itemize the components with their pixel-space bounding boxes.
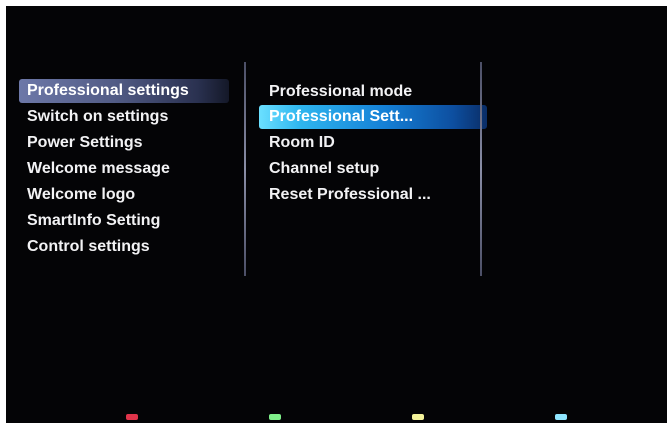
column-divider-right (480, 62, 482, 276)
submenu-item-label: Professional Sett... (269, 108, 414, 125)
blue-key-indicator[interactable] (555, 414, 567, 420)
tv-screen: Professional settings Switch on settings… (6, 6, 667, 423)
submenu-item-professional-mode[interactable]: Professional mode (259, 80, 487, 104)
submenu-item-professional-settings[interactable]: Professional Sett... (259, 105, 487, 129)
submenu-item-label: Professional mode (269, 83, 413, 100)
submenu-item-label: Room ID (269, 134, 335, 151)
professional-submenu: Professional mode Professional Sett... R… (6, 6, 667, 423)
submenu-item-room-id[interactable]: Room ID (259, 131, 487, 155)
submenu-item-label: Reset Professional ... (269, 186, 431, 203)
yellow-key-indicator[interactable] (412, 414, 424, 420)
submenu-item-channel-setup[interactable]: Channel setup (259, 157, 487, 181)
submenu-item-reset-professional[interactable]: Reset Professional ... (259, 183, 487, 207)
red-key-indicator[interactable] (126, 414, 138, 420)
submenu-item-label: Channel setup (269, 160, 380, 177)
green-key-indicator[interactable] (269, 414, 281, 420)
